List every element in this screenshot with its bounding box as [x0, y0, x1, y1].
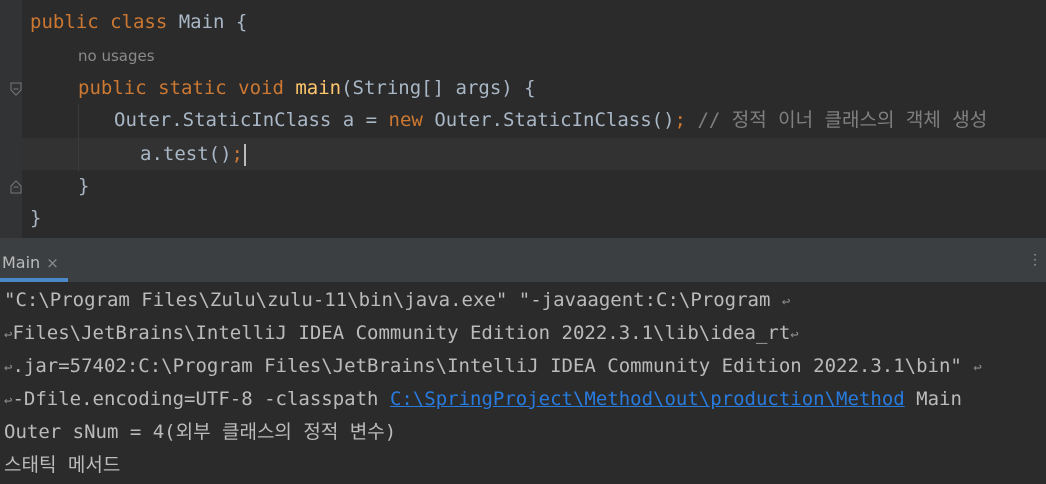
- usage-hint[interactable]: no usages: [78, 44, 155, 68]
- class-name: Main: [178, 11, 225, 33]
- code-line-4[interactable]: a.test();: [140, 138, 246, 170]
- console-output-line: 스태틱 메서드: [4, 454, 121, 476]
- run-tab-main[interactable]: Main ×: [0, 249, 59, 277]
- keyword: public class: [30, 11, 179, 33]
- indent-guide: [78, 104, 79, 172]
- code-text: a.test(): [140, 143, 232, 165]
- code-text: (String[] args) {: [341, 77, 536, 99]
- console-line: ↩Files\JetBrains\IntelliJ IDEA Community…: [4, 317, 799, 350]
- code-line-1[interactable]: public class Main {: [30, 6, 247, 38]
- code-line-3[interactable]: Outer.StaticInClass a = new Outer.Static…: [114, 104, 987, 136]
- method-name: main: [295, 77, 342, 99]
- console-line: ↩-Dfile.encoding=UTF-8 -classpath C:\Spr…: [4, 383, 962, 416]
- code-text: Outer.StaticInClass(): [422, 109, 675, 131]
- soft-wrap-icon: ↩: [781, 294, 791, 310]
- close-icon[interactable]: ×: [46, 254, 59, 272]
- classpath-link[interactable]: C:\SpringProject\Method\out\production\M…: [390, 388, 905, 410]
- fold-open-icon[interactable]: [10, 82, 22, 96]
- more-options-icon[interactable]: ⋮: [1028, 252, 1042, 268]
- semicolon: ;: [231, 143, 243, 165]
- code-line-5[interactable]: }: [78, 170, 89, 202]
- keyword: public static void: [78, 77, 296, 99]
- run-panel-header: [0, 238, 1046, 282]
- console-text: Files\JetBrains\IntelliJ IDEA Community …: [12, 322, 791, 344]
- semicolon: ;: [674, 109, 686, 131]
- editor-gutter: [0, 0, 22, 238]
- console-text: -Dfile.encoding=UTF-8 -classpath: [12, 388, 390, 410]
- code-comment: // 정적 이너 클래스의 객체 생성: [686, 109, 988, 131]
- soft-wrap-icon: ↩: [973, 360, 982, 376]
- console-output-line: Outer sNum = 4(외부 클래스의 정적 변수): [4, 421, 397, 443]
- code-line-2[interactable]: public static void main(String[] args) {: [78, 72, 536, 104]
- run-console[interactable]: "C:\Program Files\Zulu\zulu-11\bin\java.…: [0, 282, 1046, 484]
- console-line: "C:\Program Files\Zulu\zulu-11\bin\java.…: [4, 284, 790, 317]
- console-text: "C:\Program Files\Zulu\zulu-11\bin\java.…: [4, 289, 771, 311]
- console-line: ↩ .jar=57402:C:\Program Files\JetBrains\I…: [4, 350, 982, 383]
- text-caret: [243, 143, 246, 166]
- console-text: Main: [904, 388, 962, 410]
- fold-close-icon[interactable]: [10, 180, 22, 194]
- soft-wrap-icon: ↩: [790, 327, 799, 343]
- run-tab-label: Main: [2, 253, 41, 272]
- console-text: .jar=57402:C:\Program Files\JetBrains\In…: [12, 355, 962, 377]
- code-line-6[interactable]: }: [30, 202, 41, 234]
- code-text: Outer.StaticInClass a =: [114, 109, 389, 131]
- keyword: new: [388, 109, 423, 131]
- code-editor[interactable]: public class Main { no usages public sta…: [0, 0, 1046, 238]
- code-text: {: [224, 11, 248, 33]
